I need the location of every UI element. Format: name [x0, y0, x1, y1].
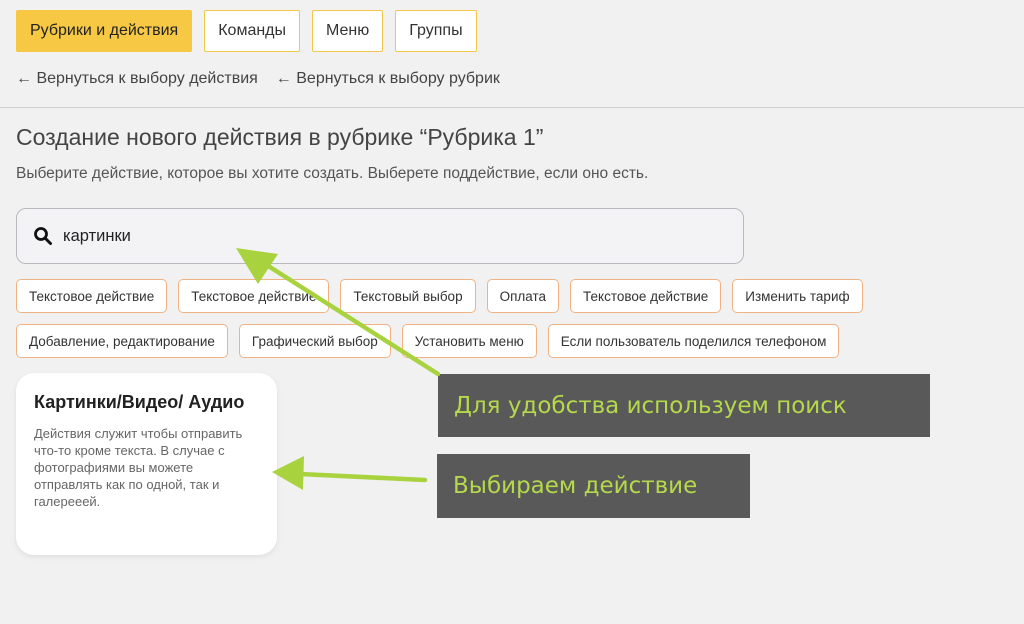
- chip-add-edit[interactable]: Добавление, редактирование: [16, 324, 228, 358]
- page-title: Создание нового действия в рубрике “Рубр…: [16, 124, 544, 150]
- action-chips-row-1: Текстовое действие Текстовое действие Те…: [16, 279, 976, 313]
- search-box[interactable]: [16, 208, 744, 264]
- annotation-choose-action: Выбираем действие: [437, 454, 750, 518]
- chip-user-shared-phone[interactable]: Если пользователь поделился телефоном: [547, 324, 840, 358]
- chip-change-tariff[interactable]: Изменить тариф: [732, 279, 863, 313]
- chip-payment[interactable]: Оплата: [486, 279, 560, 313]
- action-chips-row-2: Добавление, редактирование Графический в…: [16, 324, 976, 358]
- chip-text-action-2[interactable]: Текстовое действие: [178, 279, 330, 313]
- chip-set-menu[interactable]: Установить меню: [401, 324, 537, 358]
- back-to-action-link[interactable]: ← Вернуться к выбору действия: [16, 70, 258, 88]
- tab-rubrics-and-actions[interactable]: Рубрики и действия: [16, 10, 193, 52]
- card-title: Картинки/Видео/ Аудио: [34, 392, 245, 412]
- annotation-search-hint: Для удобства используем поиск: [438, 374, 930, 437]
- back-to-rubrics-link[interactable]: ← Вернуться к выбору рубрик: [276, 70, 500, 88]
- chip-text-choice[interactable]: Текстовый выбор: [340, 279, 476, 313]
- back-links: ← Вернуться к выбору действия ← Вернутьс…: [16, 70, 500, 88]
- search-icon: [34, 227, 52, 245]
- tab-commands[interactable]: Команды: [204, 10, 301, 52]
- chip-graphic-choice[interactable]: Графический выбор: [238, 324, 391, 358]
- top-navigation: Рубрики и действия Команды Меню Группы: [16, 10, 477, 52]
- tab-menu[interactable]: Меню: [312, 10, 384, 52]
- chip-text-action-1[interactable]: Текстовое действие: [16, 279, 168, 313]
- search-input[interactable]: [63, 226, 663, 246]
- divider: [0, 107, 1024, 108]
- arrow-to-card: [272, 456, 428, 490]
- page-subtitle: Выберите действие, которое вы хотите соз…: [16, 165, 649, 182]
- action-card-images-video-audio[interactable]: Картинки/Видео/ Аудио Действия служит чт…: [16, 373, 277, 555]
- card-description: Действия служит чтобы отправить что-то к…: [34, 426, 243, 509]
- chip-text-action-3[interactable]: Текстовое действие: [570, 279, 722, 313]
- tab-groups[interactable]: Группы: [395, 10, 477, 52]
